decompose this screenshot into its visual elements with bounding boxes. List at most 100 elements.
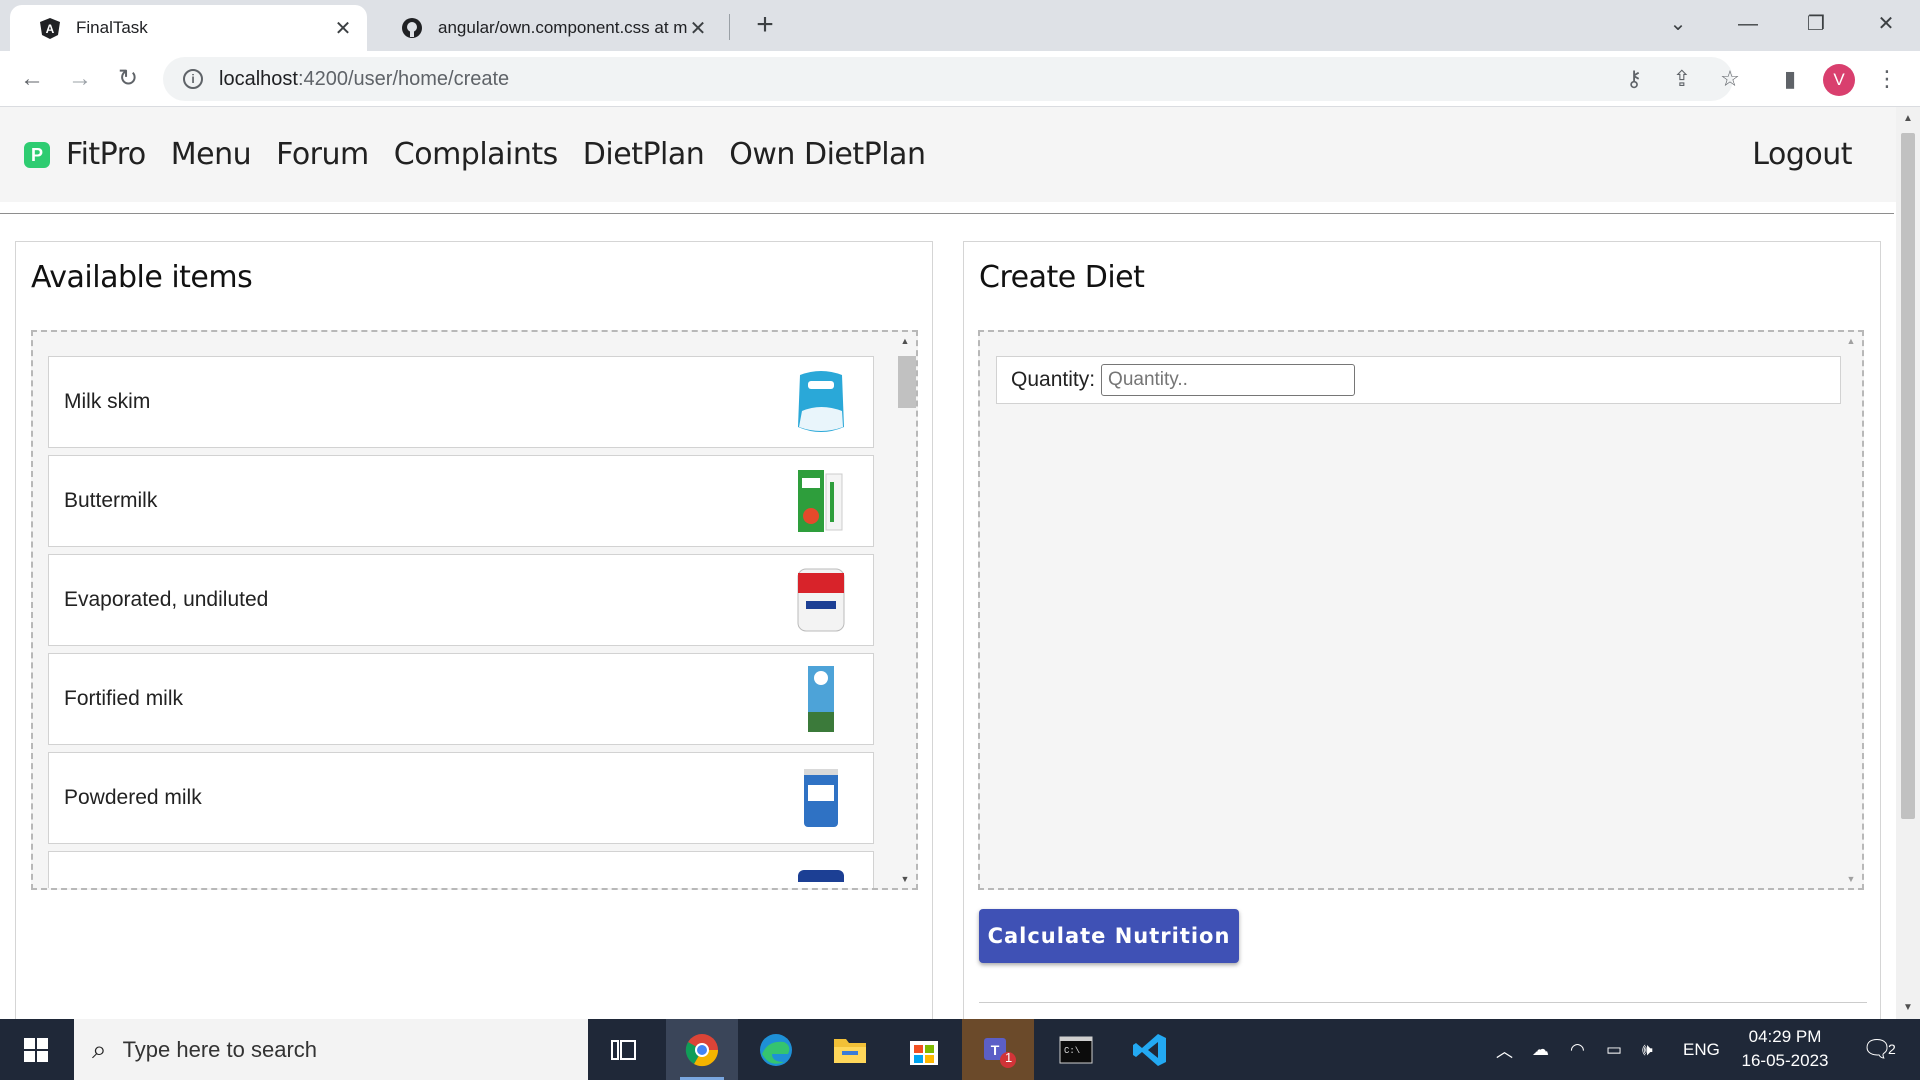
list-item[interactable]: Evaporated, undiluted bbox=[48, 554, 874, 646]
list-item[interactable]: Buttermilk bbox=[48, 455, 874, 547]
svg-text:C:\: C:\ bbox=[1064, 1046, 1080, 1056]
file-explorer-icon[interactable] bbox=[814, 1019, 886, 1080]
milk-skim-image bbox=[793, 366, 849, 438]
powdered-milk-image bbox=[793, 762, 849, 834]
back-arrow-icon[interactable]: ← bbox=[14, 61, 50, 97]
scroll-down-arrow-icon[interactable]: ▼ bbox=[1896, 1002, 1920, 1013]
item-name: Fortified milk bbox=[64, 687, 184, 710]
start-button[interactable] bbox=[0, 1019, 72, 1080]
github-icon bbox=[400, 16, 424, 40]
reload-icon[interactable]: ↻ bbox=[110, 61, 146, 97]
vscode-icon[interactable] bbox=[1114, 1019, 1186, 1080]
tab-search-chevron-icon[interactable]: ⌄ bbox=[1658, 8, 1698, 40]
battery-icon[interactable]: ▭ bbox=[1606, 1019, 1622, 1080]
nav-link-menu[interactable]: Menu bbox=[171, 137, 252, 172]
available-items-title: Available items bbox=[31, 260, 253, 295]
taskbar-clock[interactable]: 04:29 PM 16-05-2023 bbox=[1730, 1025, 1840, 1073]
share-icon[interactable]: ⇪ bbox=[1667, 64, 1697, 94]
item-name: Milk skim bbox=[64, 390, 151, 413]
page-viewport: P FitPro Menu Forum Complaints DietPlan … bbox=[0, 107, 1920, 1019]
close-tab-icon[interactable]: ✕ bbox=[333, 16, 353, 41]
speaker-icon[interactable]: 🕪 bbox=[1642, 1019, 1653, 1080]
bookmark-star-icon[interactable]: ☆ bbox=[1715, 64, 1745, 94]
nav-link-dietplan[interactable]: DietPlan bbox=[583, 137, 705, 172]
available-items-list[interactable]: Milk skim Buttermilk Evaporated, undilut… bbox=[31, 330, 918, 890]
divider bbox=[979, 1002, 1867, 1003]
create-diet-dropzone[interactable]: Quantity: ▲ ▼ bbox=[978, 330, 1864, 890]
angular-icon: A bbox=[38, 16, 62, 40]
windows-logo-icon bbox=[24, 1037, 48, 1062]
chrome-icon[interactable] bbox=[666, 1019, 738, 1080]
scroll-down-arrow-icon[interactable]: ▼ bbox=[894, 874, 916, 884]
scrollbar-thumb[interactable] bbox=[898, 356, 916, 408]
teams-badge: 1 bbox=[1005, 1050, 1013, 1065]
list-item[interactable]: Fortified milk bbox=[48, 653, 874, 745]
dropzone-scrollbar[interactable]: ▲ ▼ bbox=[1840, 332, 1862, 888]
profile-avatar[interactable]: V bbox=[1823, 64, 1855, 96]
page-scrollbar[interactable]: ▲ ▼ bbox=[1896, 107, 1920, 1019]
clock-date: 16-05-2023 bbox=[1741, 1051, 1829, 1070]
url-text: localhost:4200/user/home/create bbox=[219, 67, 510, 90]
language-indicator[interactable]: ENG bbox=[1683, 1019, 1720, 1080]
teams-icon[interactable]: T 1 bbox=[962, 1019, 1034, 1080]
show-hidden-icons-icon[interactable]: ︿ bbox=[1496, 1019, 1513, 1080]
forward-arrow-icon[interactable]: → bbox=[62, 61, 98, 97]
tab-github[interactable]: angular/own.component.css at m ✕ bbox=[372, 5, 722, 51]
microsoft-store-icon[interactable] bbox=[888, 1019, 960, 1080]
key-icon[interactable]: ⚷ bbox=[1619, 64, 1649, 94]
scroll-up-arrow-icon[interactable]: ▲ bbox=[1896, 113, 1920, 124]
task-view-icon[interactable] bbox=[588, 1019, 660, 1080]
restore-icon[interactable]: ❐ bbox=[1796, 8, 1836, 40]
scroll-up-arrow-icon[interactable]: ▲ bbox=[1840, 336, 1862, 346]
kebab-menu-icon[interactable]: ⋮ bbox=[1872, 64, 1902, 94]
app-navbar: P FitPro Menu Forum Complaints DietPlan … bbox=[0, 107, 1896, 202]
close-window-icon[interactable]: ✕ bbox=[1866, 8, 1906, 40]
mix-n-drink-image bbox=[793, 861, 849, 888]
minimize-icon[interactable]: — bbox=[1728, 8, 1768, 40]
new-tab-button[interactable]: + bbox=[749, 10, 781, 42]
calculate-nutrition-button[interactable]: Calculate Nutrition bbox=[979, 909, 1239, 963]
tab-title: angular/own.component.css at m bbox=[438, 18, 688, 37]
quantity-row: Quantity: bbox=[996, 356, 1841, 404]
available-items-card: Available items Milk skim Buttermilk Eva… bbox=[15, 241, 933, 1019]
scroll-up-arrow-icon[interactable]: ▲ bbox=[894, 336, 916, 346]
evaporated-milk-image bbox=[793, 564, 849, 636]
buttermilk-image bbox=[793, 465, 849, 537]
svg-text:T: T bbox=[991, 1042, 1000, 1058]
list-item[interactable]: Powdered milk bbox=[48, 752, 874, 844]
onedrive-cloud-icon[interactable]: ☁ bbox=[1532, 1019, 1549, 1080]
scrollbar-thumb[interactable] bbox=[1901, 133, 1915, 819]
create-diet-title: Create Diet bbox=[979, 260, 1145, 295]
list-scrollbar[interactable]: ▲ ▼ bbox=[894, 332, 916, 888]
edge-icon[interactable] bbox=[740, 1019, 812, 1080]
quantity-label: Quantity: bbox=[1011, 368, 1096, 391]
divider bbox=[0, 213, 1894, 214]
tab-finaltask[interactable]: A FinalTask ✕ bbox=[10, 5, 367, 51]
item-name: Buttermilk bbox=[64, 489, 158, 512]
quantity-input[interactable] bbox=[1101, 364, 1356, 396]
tab-separator bbox=[729, 14, 730, 40]
item-name: Evaporated, undiluted bbox=[64, 588, 269, 611]
side-panel-icon[interactable]: ▮ bbox=[1775, 64, 1805, 94]
site-info-icon[interactable]: i bbox=[183, 69, 203, 89]
close-tab-icon[interactable]: ✕ bbox=[688, 16, 708, 41]
create-diet-card: Create Diet Quantity: ▲ ▼ Calculate Nutr… bbox=[963, 241, 1881, 1019]
nav-link-forum[interactable]: Forum bbox=[276, 137, 369, 172]
browser-toolbar: ← → ↻ i localhost:4200/user/home/create … bbox=[0, 51, 1920, 107]
wifi-icon[interactable]: ◠ bbox=[1570, 1019, 1585, 1080]
terminal-icon[interactable]: C:\ bbox=[1040, 1019, 1112, 1080]
scroll-down-arrow-icon[interactable]: ▼ bbox=[1840, 874, 1862, 884]
nav-link-complaints[interactable]: Complaints bbox=[394, 137, 559, 172]
taskbar-search[interactable]: ⌕ Type here to search bbox=[74, 1019, 588, 1080]
nav-link-own-dietplan[interactable]: Own DietPlan bbox=[729, 137, 926, 172]
fortified-milk-image bbox=[793, 663, 849, 735]
brand[interactable]: P FitPro bbox=[24, 137, 171, 172]
notification-count: 2 bbox=[1888, 1037, 1908, 1061]
item-name: Powdered milk bbox=[64, 786, 202, 809]
list-item[interactable] bbox=[48, 851, 874, 888]
tab-title: FinalTask bbox=[76, 18, 148, 37]
list-item[interactable]: Milk skim bbox=[48, 356, 874, 448]
logout-link[interactable]: Logout bbox=[1752, 137, 1852, 172]
search-placeholder: Type here to search bbox=[122, 1036, 318, 1062]
address-bar[interactable]: i localhost:4200/user/home/create bbox=[163, 57, 1733, 101]
